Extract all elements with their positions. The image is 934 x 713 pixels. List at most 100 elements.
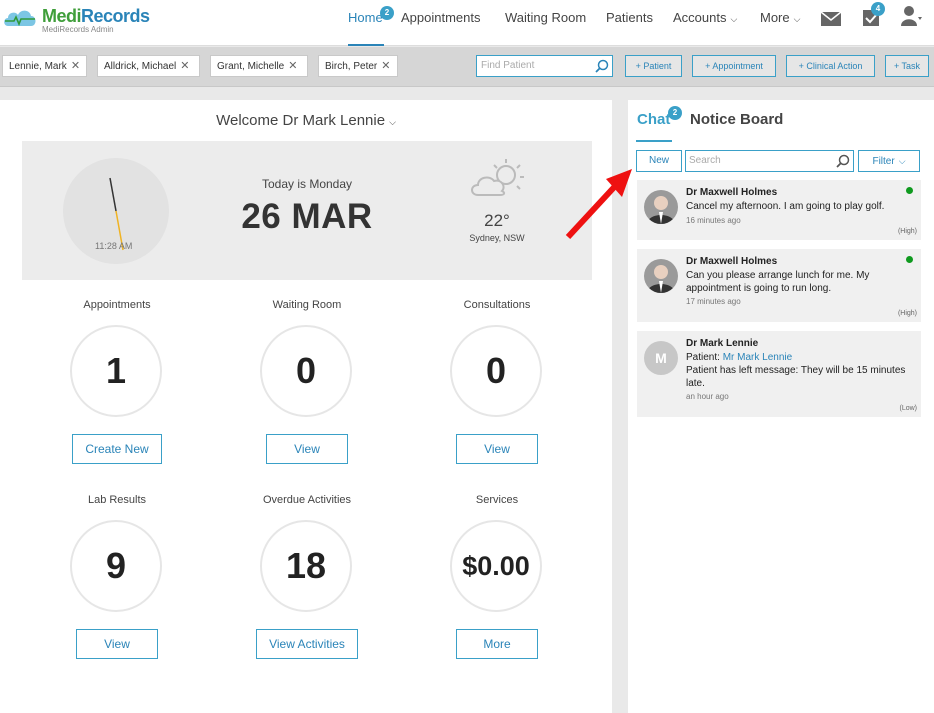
mail-icon[interactable]: [820, 8, 842, 30]
add-patient-button[interactable]: + Patient: [625, 55, 682, 77]
search-icon[interactable]: [836, 154, 850, 168]
nav-waiting-room[interactable]: Waiting Room: [505, 10, 586, 25]
message-time: 16 minutes ago: [686, 216, 741, 225]
nav-waiting-room-label: Waiting Room: [505, 10, 587, 25]
brand-name-part1: Medi: [42, 6, 82, 26]
message-time: an hour ago: [686, 392, 729, 401]
today-label: Today is Monday: [261, 177, 353, 191]
annotation-arrow-icon: [565, 169, 632, 240]
message-sender: Dr Mark Lennie: [686, 338, 759, 349]
nav-home-badge: 2: [380, 6, 394, 20]
stat-label-waiting-room: Waiting Room: [272, 299, 342, 311]
tasks-badge: 4: [871, 2, 885, 16]
avatar: M: [644, 341, 678, 375]
patient-tab-bar: Lennie, Mark ✕ Alldrick, Michael ✕ Grant, …: [0, 47, 934, 87]
message-time: 17 minutes ago: [686, 297, 741, 306]
patient-tab-label: Birch, Peter: [325, 61, 378, 72]
patient-tab[interactable]: Birch, Peter ✕: [318, 55, 398, 77]
chat-message[interactable]: Dr Maxwell Holmes Can you please arrange…: [637, 249, 921, 322]
patient-tab[interactable]: Grant, Michelle ✕: [210, 55, 308, 77]
tab-chat-label: Chat: [637, 111, 671, 128]
message-body: Patient: Mr Mark Lennie Patient has left…: [686, 351, 916, 390]
analog-clock: 11:28 AM: [63, 158, 169, 264]
message-text: Cancel my afternoon. I am going to play …: [686, 201, 885, 212]
patient-tab[interactable]: Alldrick, Michael ✕: [97, 55, 200, 77]
online-status-dot: [906, 187, 913, 194]
patient-tab-label: Grant, Michelle: [217, 61, 285, 72]
top-navigation-bar: MediRecords MediRecords Admin Home 2 App…: [0, 0, 934, 46]
chevron-down-icon: ⌵: [793, 14, 801, 24]
today-summary: 11:28 AM Today is Monday 26 MAR 22° Sydn…: [22, 141, 592, 280]
stat-label-overdue-activities: Overdue Activities: [262, 494, 352, 506]
add-appointment-button[interactable]: + Appointment: [692, 55, 776, 77]
nav-appointments-label: Appointments: [401, 10, 481, 25]
tab-notice-board[interactable]: Notice Board: [690, 111, 783, 128]
tab-chat[interactable]: Chat: [637, 111, 670, 128]
brand-subtitle: MediRecords Admin: [42, 25, 114, 34]
patient-tab-label: Alldrick, Michael: [104, 61, 177, 72]
close-icon[interactable]: ✕: [381, 60, 390, 72]
close-icon[interactable]: ✕: [288, 60, 297, 72]
stat-value-consultations: 0: [450, 325, 542, 417]
new-chat-button[interactable]: New: [636, 150, 682, 172]
view-activities-button[interactable]: View Activities: [256, 629, 358, 659]
dashboard-panel: Welcome Dr Mark Lennie ⌵ 11:28 AM Today i…: [0, 100, 612, 713]
add-clinical-action-button[interactable]: + Clinical Action: [786, 55, 875, 77]
patient-tab[interactable]: Lennie, Mark ✕: [2, 55, 87, 77]
message-sender: Dr Maxwell Holmes: [686, 187, 778, 198]
nav-active-underline: [348, 44, 384, 46]
stat-label-consultations: Consultations: [463, 299, 531, 311]
create-new-appointment-button[interactable]: Create New: [72, 434, 162, 464]
nav-more-label: More: [760, 10, 790, 25]
stat-value-services: $0.00: [450, 520, 542, 612]
filter-label: Filter: [872, 156, 895, 167]
view-consultations-button[interactable]: View: [456, 434, 538, 464]
more-services-button[interactable]: More: [456, 629, 538, 659]
message-priority: (Low): [899, 405, 917, 412]
nav-appointments[interactable]: Appointments: [401, 10, 481, 25]
chevron-down-icon: ⌵: [389, 117, 396, 127]
close-icon[interactable]: ✕: [180, 60, 189, 72]
stat-label-appointments: Appointments: [83, 299, 151, 311]
find-patient-input[interactable]: Find Patient: [476, 55, 613, 77]
patient-label: Patient:: [686, 352, 720, 363]
find-patient-placeholder: Find Patient: [481, 60, 535, 71]
medirecords-logo[interactable]: MediRecords MediRecords Admin: [2, 6, 150, 34]
chevron-down-icon: ⌵: [898, 156, 906, 166]
chat-badge: 2: [668, 106, 682, 120]
avatar: [644, 190, 678, 224]
stat-label-services: Services: [475, 494, 519, 506]
message-priority: (High): [897, 310, 917, 317]
weather-location: Sydney, NSW: [469, 233, 525, 243]
clock-time: 11:28 AM: [95, 241, 133, 251]
view-lab-results-button[interactable]: View: [76, 629, 158, 659]
online-status-dot: [906, 256, 913, 263]
patient-link[interactable]: Mr Mark Lennie: [723, 352, 792, 363]
current-date: 26 MAR: [241, 197, 373, 236]
chat-search-input[interactable]: Search: [685, 150, 854, 172]
chat-message[interactable]: M Dr Mark Lennie Patient: Mr Mark Lennie…: [637, 331, 921, 417]
stat-value-appointments: 1: [70, 325, 162, 417]
nav-home-label: Home: [348, 10, 383, 25]
nav-home[interactable]: Home: [348, 10, 383, 25]
message-priority: (High): [897, 228, 917, 235]
nav-accounts[interactable]: Accounts ⌵: [673, 10, 737, 25]
message-sender: Dr Maxwell Holmes: [686, 256, 778, 267]
temperature: 22°: [484, 211, 510, 230]
nav-accounts-label: Accounts: [673, 10, 727, 25]
nav-more[interactable]: More ⌵: [760, 10, 800, 25]
view-waiting-room-button[interactable]: View: [266, 434, 348, 464]
welcome-dropdown[interactable]: Welcome Dr Mark Lennie ⌵: [0, 112, 612, 129]
chat-search-placeholder: Search: [689, 155, 721, 166]
message-text: Patient has left message: They will be 1…: [686, 365, 906, 389]
user-icon[interactable]: [900, 5, 922, 27]
add-task-button[interactable]: + Task: [885, 55, 929, 77]
close-icon[interactable]: ✕: [71, 60, 80, 72]
patient-tab-label: Lennie, Mark: [9, 61, 67, 72]
chat-message[interactable]: Dr Maxwell Holmes Cancel my afternoon. I…: [637, 180, 921, 240]
nav-patients[interactable]: Patients: [606, 10, 653, 25]
filter-button[interactable]: Filter ⌵: [858, 150, 920, 172]
search-icon[interactable]: [595, 59, 609, 73]
welcome-text: Welcome Dr Mark Lennie: [216, 112, 386, 129]
partly-cloudy-icon: [471, 159, 524, 196]
